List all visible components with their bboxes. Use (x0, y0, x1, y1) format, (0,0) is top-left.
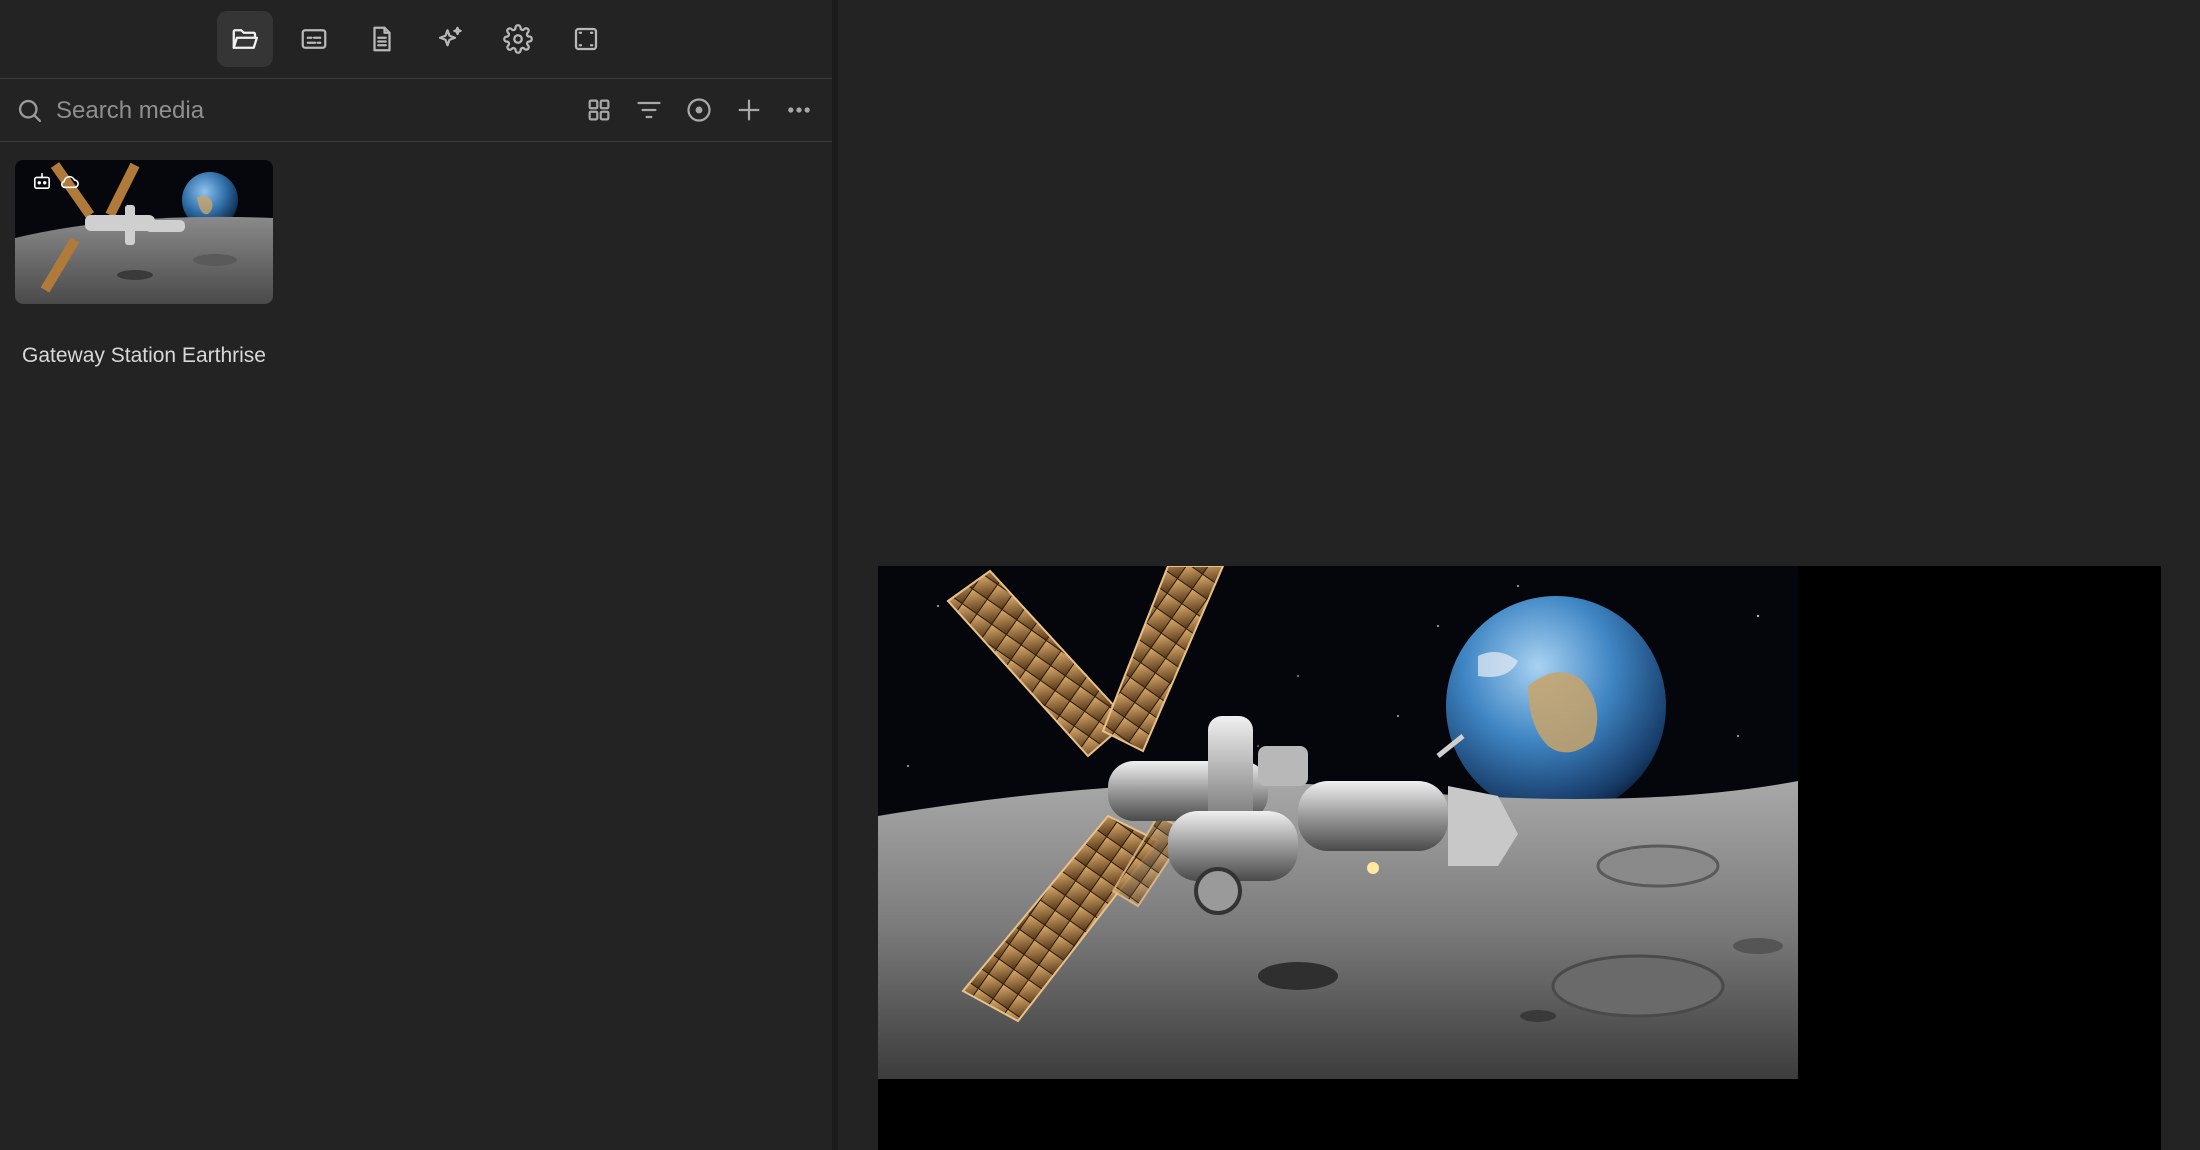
filter-button[interactable] (633, 94, 665, 126)
media-item[interactable]: Gateway Station Earthrise (15, 160, 273, 368)
sparkles-icon (438, 26, 462, 47)
panel-tab-bar (0, 0, 832, 79)
grid-view-icon (588, 99, 610, 121)
more-icon (788, 107, 810, 113)
preview-viewer[interactable] (878, 566, 2161, 1150)
search-bar (0, 79, 832, 142)
target-button[interactable] (683, 94, 715, 126)
tab-document[interactable] (354, 11, 410, 67)
search-icon (16, 97, 44, 125)
filter-icon (637, 101, 661, 119)
tab-settings[interactable] (490, 11, 546, 67)
plus-icon (738, 99, 760, 121)
tab-media[interactable] (217, 11, 273, 67)
cloud-icon (61, 175, 79, 189)
media-thumbnail[interactable] (15, 160, 273, 304)
captions-icon (301, 29, 327, 49)
frame-icon (574, 27, 598, 51)
preview-panel (838, 0, 2200, 1150)
search-input[interactable] (54, 91, 538, 131)
tab-ai[interactable] (422, 11, 478, 67)
document-icon (373, 26, 391, 52)
media-item-title: Gateway Station Earthrise (22, 344, 266, 367)
target-icon (687, 98, 711, 122)
tab-captions[interactable] (286, 11, 342, 67)
add-media-button[interactable] (733, 94, 765, 126)
gear-icon (503, 24, 533, 54)
media-panel: Gateway Station Earthrise (0, 0, 832, 1150)
robot-icon (33, 172, 51, 190)
tab-frame[interactable] (558, 11, 614, 67)
grid-view-button[interactable] (583, 94, 615, 126)
folder-open-icon (232, 29, 258, 49)
more-button[interactable] (783, 94, 815, 126)
station-preview-image (878, 566, 1798, 1079)
thumbnail-badges (31, 172, 81, 190)
